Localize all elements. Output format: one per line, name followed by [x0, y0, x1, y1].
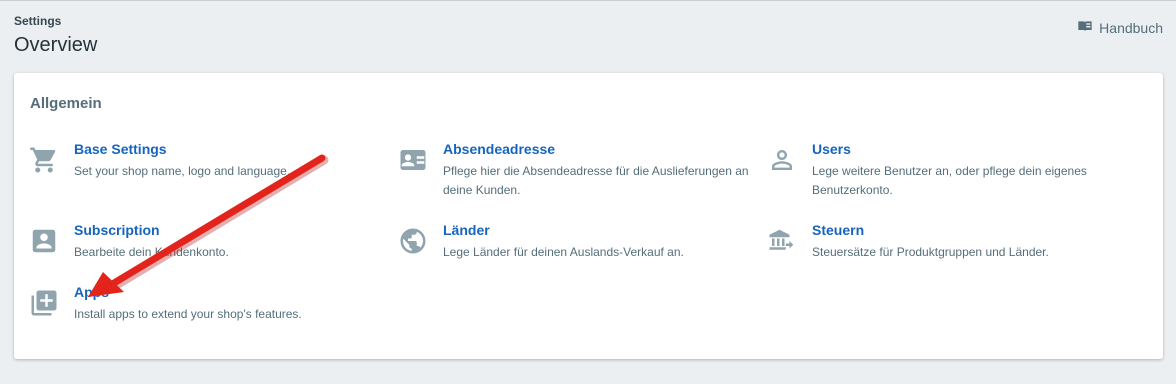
- account-box-icon: [29, 226, 59, 256]
- base-settings-description: Set your shop name, logo and language.: [74, 164, 291, 178]
- steuern-description: Steuersätze für Produktgruppen und Lände…: [812, 245, 1049, 259]
- contact-card-icon: [398, 145, 428, 175]
- subscription-description: Bearbeite dein Kundenkonto.: [74, 245, 229, 259]
- laender-description: Lege Länder für deinen Auslands-Verkauf …: [443, 245, 684, 259]
- person-outline-icon: [767, 145, 797, 175]
- settings-card: Allgemein Base Settings Set your shop na…: [14, 73, 1163, 359]
- apps-link[interactable]: Apps: [74, 284, 109, 300]
- globe-icon: [398, 226, 428, 256]
- subscription-link[interactable]: Subscription: [74, 222, 160, 238]
- laender-link[interactable]: Länder: [443, 222, 490, 238]
- handbook-label: Handbuch: [1099, 19, 1163, 36]
- users-link[interactable]: Users: [812, 141, 851, 157]
- apps-description: Install apps to extend your shop's featu…: [74, 307, 302, 321]
- page-header: Settings Overview: [14, 14, 97, 57]
- absendeadresse-description: Pflege hier die Absendeadresse für die A…: [443, 164, 749, 197]
- bank-transfer-icon: [767, 226, 797, 256]
- steuern-link[interactable]: Steuern: [812, 222, 864, 238]
- handbook-link[interactable]: Handbuch: [1077, 18, 1163, 37]
- section-title: Allgemein: [30, 95, 102, 112]
- top-divider: [0, 0, 1176, 1]
- breadcrumb: Settings: [14, 14, 62, 28]
- library-add-icon: [29, 288, 59, 318]
- shopping-cart-icon: [29, 145, 59, 175]
- users-description: Lege weitere Benutzer an, oder pflege de…: [812, 164, 1087, 197]
- base-settings-link[interactable]: Base Settings: [74, 141, 167, 157]
- book-icon: [1077, 18, 1093, 37]
- page-title: Overview: [14, 34, 98, 56]
- absendeadresse-link[interactable]: Absendeadresse: [443, 141, 555, 157]
